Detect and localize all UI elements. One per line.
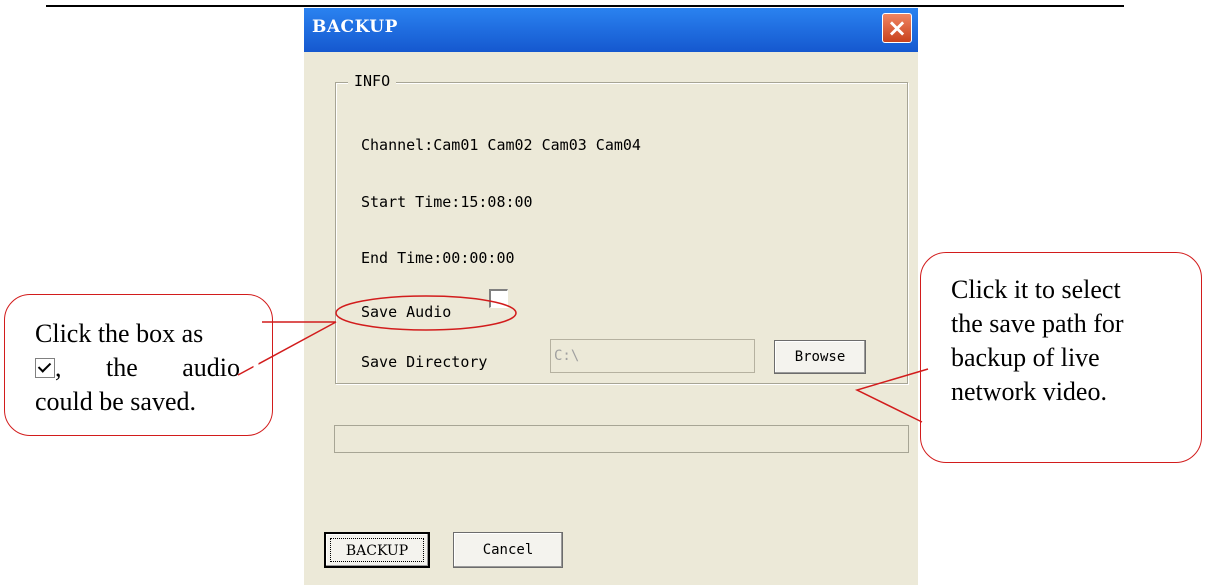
callout-left-pointer [237,321,337,376]
callout-pointers [237,295,929,423]
callout-right-pointer [854,368,929,423]
save-audio-highlight-ellipse [335,295,517,331]
